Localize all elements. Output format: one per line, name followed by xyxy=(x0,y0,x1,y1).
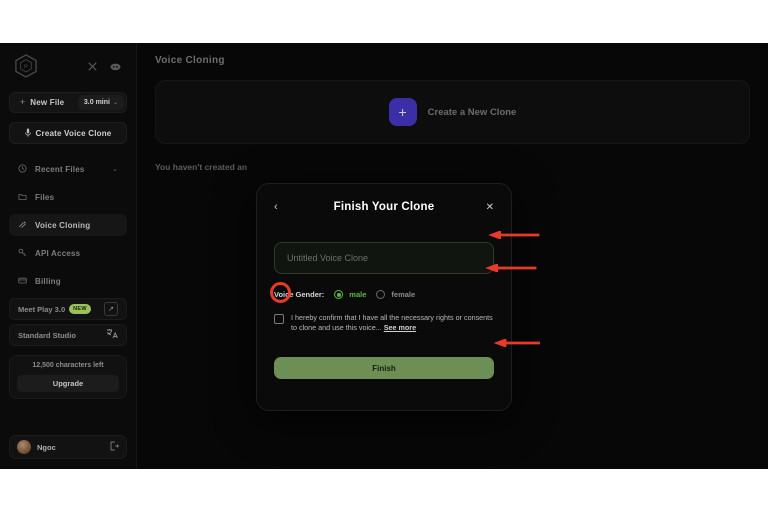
plus-icon: + xyxy=(20,97,26,107)
plus-icon: + xyxy=(388,98,417,126)
model-selector[interactable]: 3.0 mini ⌄ xyxy=(77,95,124,110)
clone-name-input[interactable]: Untitled Voice Clone xyxy=(274,242,494,274)
x-twitter-icon[interactable] xyxy=(88,61,97,71)
upgrade-label: Upgrade xyxy=(52,379,84,388)
logout-icon[interactable] xyxy=(109,438,120,456)
see-more-link[interactable]: See more xyxy=(384,323,416,332)
studio-selector[interactable]: Standard Studio xyxy=(9,324,127,346)
chevron-down-icon: ⌄ xyxy=(112,166,118,173)
meet-play-promo[interactable]: Meet Play 3.0 NEW ↗ xyxy=(9,298,127,320)
quota-panel: 12,500 characters left Upgrade xyxy=(9,355,127,399)
key-icon xyxy=(18,244,27,262)
upgrade-button[interactable]: Upgrade xyxy=(17,375,119,392)
clone-name-placeholder: Untitled Voice Clone xyxy=(287,253,369,263)
consent-row: I hereby confirm that I have all the nec… xyxy=(274,313,494,334)
modal-title: Finish Your Clone xyxy=(333,201,435,213)
finish-button[interactable]: Finish xyxy=(274,357,494,379)
external-link-icon[interactable]: ↗ xyxy=(104,302,118,316)
translate-icon[interactable] xyxy=(106,326,118,344)
radio-female[interactable]: female xyxy=(376,290,415,299)
finish-clone-modal: ‹ Finish Your Clone ✕ Untitled Voice Clo… xyxy=(256,183,512,411)
new-file-label: New File xyxy=(30,98,65,107)
empty-state-text: You haven't created an xyxy=(155,162,248,172)
radio-male[interactable]: male xyxy=(334,290,366,299)
voice-gender-row: Voice Gender: male female xyxy=(274,290,494,299)
voice-gender-label: Voice Gender: xyxy=(274,290,325,299)
sidebar-item-api-access[interactable]: API Access xyxy=(9,242,127,264)
studio-label: Standard Studio xyxy=(18,330,76,340)
radio-female-indicator[interactable] xyxy=(376,290,386,299)
avatar xyxy=(17,440,31,454)
close-icon[interactable]: ✕ xyxy=(480,202,494,213)
user-row[interactable]: Ngoc xyxy=(9,435,127,459)
microphone-icon xyxy=(24,124,31,142)
folder-icon xyxy=(18,188,27,206)
create-voice-clone-button[interactable]: Create Voice Clone xyxy=(9,122,127,144)
sidebar-item-voice-cloning[interactable]: Voice Cloning xyxy=(9,214,127,236)
consent-text: I hereby confirm that I have all the nec… xyxy=(291,313,494,334)
clock-icon xyxy=(18,160,27,178)
characters-left-text: 12,500 characters left xyxy=(32,362,104,369)
new-file-button[interactable]: + New File 3.0 mini ⌄ xyxy=(9,92,127,113)
card-icon xyxy=(18,272,27,290)
radio-male-label: male xyxy=(349,290,367,299)
sidebar-item-billing[interactable]: Billing xyxy=(9,270,127,292)
create-new-clone-card[interactable]: + Create a New Clone xyxy=(155,80,750,144)
radio-female-label: female xyxy=(391,290,416,299)
new-badge: NEW xyxy=(69,304,91,314)
sidebar-item-recent-files[interactable]: Recent Files ⌄ xyxy=(9,158,127,180)
sidebar-item-label: Voice Cloning xyxy=(35,220,91,230)
sidebar-item-files[interactable]: Files xyxy=(9,186,127,208)
sidebar-nav: Recent Files ⌄ Files Voice Cloning API A… xyxy=(9,158,127,292)
back-icon[interactable]: ‹ xyxy=(274,201,288,213)
cube-logo-icon[interactable]: P xyxy=(15,54,37,78)
promo-label: Meet Play 3.0 xyxy=(18,304,66,314)
social-links xyxy=(88,61,121,71)
user-name: Ngoc xyxy=(37,442,56,452)
create-new-clone-label: Create a New Clone xyxy=(427,106,517,118)
sidebar-item-label: API Access xyxy=(35,248,81,258)
model-label: 3.0 mini xyxy=(83,99,110,106)
svg-text:P: P xyxy=(24,65,28,71)
chevron-down-icon: ⌄ xyxy=(112,100,118,106)
voice-wave-icon xyxy=(18,216,27,234)
sidebar-item-label: Recent Files xyxy=(35,164,85,174)
modal-header: ‹ Finish Your Clone ✕ xyxy=(274,198,494,216)
consent-checkbox[interactable] xyxy=(274,314,284,324)
sidebar-item-label: Files xyxy=(35,192,55,202)
sidebar: P + New File 3.0 mini ⌄ Create Voice Clo… xyxy=(0,43,137,469)
page-title: Voice Cloning xyxy=(155,55,225,66)
radio-male-indicator[interactable] xyxy=(334,290,344,299)
create-voice-clone-label: Create Voice Clone xyxy=(35,128,112,138)
finish-label: Finish xyxy=(372,363,396,373)
app-screen: P + New File 3.0 mini ⌄ Create Voice Clo… xyxy=(0,43,768,469)
brand-row: P xyxy=(9,43,127,89)
discord-icon[interactable] xyxy=(110,62,121,71)
sidebar-item-label: Billing xyxy=(35,276,61,286)
